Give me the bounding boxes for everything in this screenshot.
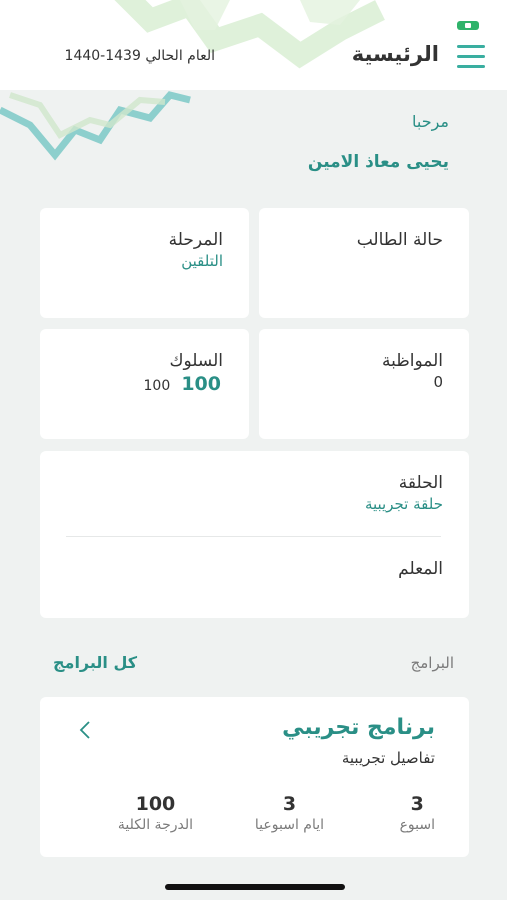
attendance-title: المواظبة [381,351,443,371]
stage-title: المرحلة [168,230,223,250]
welcome-greeting: مرحبا [412,112,449,131]
halaqa-title: الحلقة [398,473,443,493]
stat-value: 100 [135,793,176,815]
stage-value: التلقين [181,252,223,270]
stat-label: ايام اسبوعيا [254,817,324,833]
behavior-card[interactable]: السلوك 100 100 [40,329,249,439]
halaqa-value: حلقة تجريبية [364,495,443,513]
attendance-card[interactable]: المواظبة 0 [259,329,469,439]
student-status-card[interactable]: حالة الطالب [259,208,469,318]
all-programs-link[interactable]: كل البرامج [53,653,137,672]
home-indicator [165,884,345,890]
attendance-value: 0 [433,373,443,391]
behavior-score: 100 [181,373,221,395]
card-divider [66,536,441,537]
chevron-left-icon[interactable] [78,719,92,741]
program-card[interactable]: برنامج تجريبي تفاصيل تجريبية 3 اسبوع 3 ا… [40,697,469,857]
programs-section-label: البرامج [410,654,454,672]
current-year-label: العام الحالي 1440-1439 [20,48,215,64]
stat-label: اسبوع [399,817,435,833]
hamburger-menu-icon[interactable] [457,45,485,71]
behavior-title: السلوك [169,351,224,371]
year-prefix: العام الحالي [145,48,215,64]
halaqa-teacher-card[interactable]: الحلقة حلقة تجريبية المعلم [40,451,469,618]
status-badge [457,21,479,30]
program-subtitle: تفاصيل تجريبية [341,749,435,767]
page-title: الرئيسية [351,42,439,66]
year-value: 1440-1439 [64,48,141,64]
program-stat-total-grade: 100 الدرجة الكلية [118,793,193,833]
program-stat-weeks: 3 اسبوع [400,793,435,833]
stage-card[interactable]: المرحلة التلقين [40,208,249,318]
program-stat-days: 3 ايام اسبوعيا [255,793,324,833]
stat-value: 3 [410,793,424,815]
behavior-total: 100 [143,378,171,394]
app-header: الرئيسية العام الحالي 1440-1439 [0,0,507,90]
stat-value: 3 [282,793,297,815]
student-name: يحيى معاذ الامين [307,152,449,172]
program-title: برنامج تجريبي [282,715,435,740]
behavior-value: 100 100 [144,373,222,395]
background-pattern-decoration [0,91,191,161]
stat-label: الدرجة الكلية [117,817,193,833]
student-status-title: حالة الطالب [356,230,443,250]
teacher-title: المعلم [398,559,443,579]
